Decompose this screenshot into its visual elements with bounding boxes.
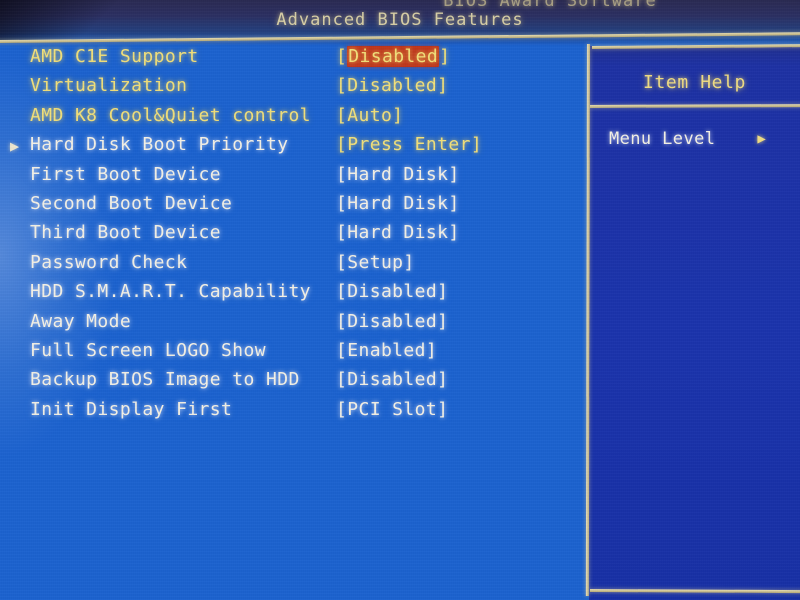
setting-value[interactable]: [Setup]	[336, 251, 415, 275]
setting-value[interactable]: [Disabled]	[336, 280, 448, 304]
menu-level-row: Menu Level ▶	[609, 129, 789, 149]
setting-row[interactable]: AMD C1E Support [Disabled]	[0, 44, 580, 73]
setting-row[interactable]: Second Boot Device [Hard Disk]	[0, 191, 580, 220]
setting-value[interactable]: [Disabled]	[336, 310, 448, 334]
setting-row[interactable]: Virtualization [Disabled]	[0, 73, 580, 102]
setting-label: Virtualization	[30, 75, 188, 97]
setting-label: First Boot Device	[30, 163, 222, 185]
setting-value[interactable]: [Hard Disk]	[336, 192, 460, 216]
setting-label: Away Mode	[30, 310, 132, 332]
setting-row[interactable]: HDD S.M.A.R.T. Capability [Disabled]	[0, 279, 580, 308]
setting-label: Backup BIOS Image to HDD	[30, 369, 300, 391]
chevron-right-icon: ▶	[757, 131, 767, 147]
bios-settings-list: AMD C1E Support [Disabled] Virtualization […	[0, 44, 580, 426]
setting-label: AMD C1E Support	[30, 46, 199, 67]
setting-label: Second Boot Device	[30, 192, 233, 214]
setting-row[interactable]: Backup BIOS Image to HDD [Disabled]	[0, 367, 580, 396]
setting-value[interactable]: [Press Enter]	[336, 133, 482, 157]
menu-level-label: Menu Level	[609, 129, 716, 149]
selected-value-highlight[interactable]: Disabled	[347, 46, 440, 67]
bios-setup-screen: BIOS Award Software Advanced BIOS Featur…	[0, 0, 800, 600]
setting-label: HDD S.M.A.R.T. Capability	[30, 281, 311, 303]
setting-row[interactable]: ▶ Hard Disk Boot Priority [Press Enter]	[0, 132, 580, 161]
setting-value[interactable]: [PCI Slot]	[336, 398, 448, 422]
setting-value[interactable]: [Hard Disk]	[336, 221, 460, 245]
setting-row[interactable]: Third Boot Device [Hard Disk]	[0, 220, 580, 249]
setting-row[interactable]: AMD K8 Cool&Quiet control [Auto]	[0, 103, 580, 132]
setting-value[interactable]: [Disabled]	[336, 368, 448, 392]
setting-row[interactable]: Away Mode [Disabled]	[0, 309, 580, 338]
setting-value[interactable]: [Auto]	[336, 104, 403, 128]
setting-label: AMD K8 Cool&Quiet control	[30, 104, 311, 126]
setting-row[interactable]: First Boot Device [Hard Disk]	[0, 162, 580, 191]
setting-label: Full Screen LOGO Show	[30, 339, 266, 361]
page-title: Advanced BIOS Features	[276, 10, 524, 30]
value-bracket-open: [	[336, 46, 348, 67]
setting-label: Init Display First	[30, 398, 233, 420]
setting-row[interactable]: Init Display First [PCI Slot]	[0, 397, 580, 426]
setting-row[interactable]: Full Screen LOGO Show [Enabled]	[0, 338, 580, 367]
setting-label: Password Check	[30, 251, 188, 273]
setting-label: Hard Disk Boot Priority	[30, 134, 289, 156]
setting-value[interactable]: [Enabled]	[336, 339, 437, 363]
item-help-title: Item Help	[643, 72, 746, 93]
setting-value[interactable]: [Disabled]	[336, 74, 448, 98]
setting-value[interactable]: [Disabled]	[336, 45, 450, 69]
setting-label: Third Boot Device	[30, 222, 222, 244]
setting-value[interactable]: [Hard Disk]	[336, 163, 460, 187]
selection-pointer-icon: ▶	[10, 137, 20, 156]
value-bracket-close: ]	[439, 46, 451, 67]
setting-row[interactable]: Password Check [Setup]	[0, 250, 580, 279]
